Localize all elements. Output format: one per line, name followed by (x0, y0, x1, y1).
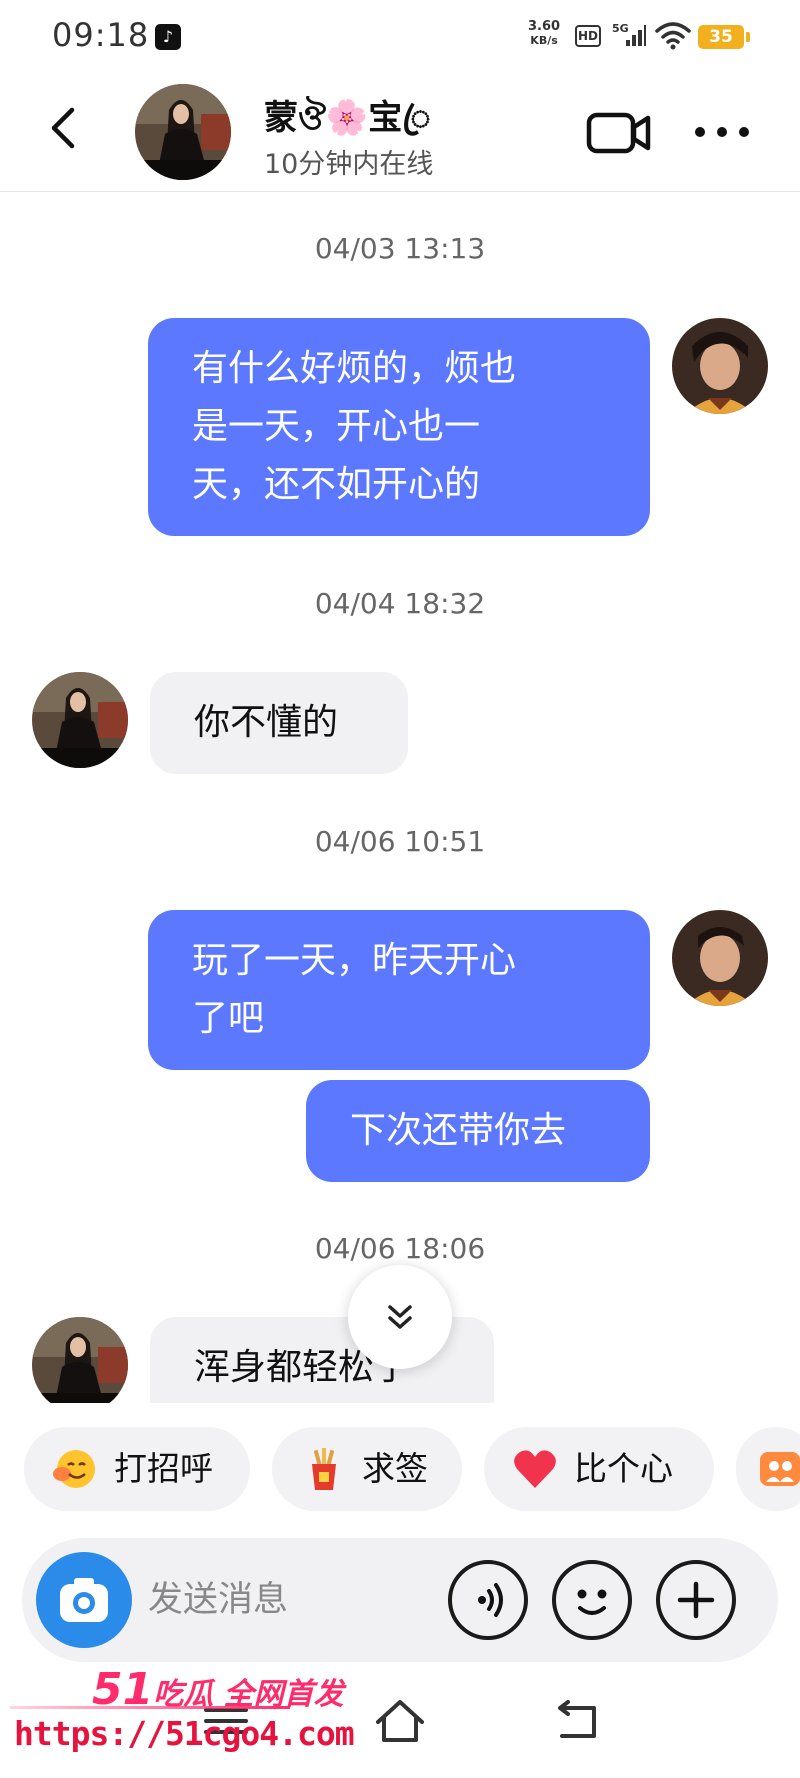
double-chevron-down-icon (388, 1305, 412, 1329)
network-speed-unit: KB/s (530, 34, 558, 47)
smile-emoji-icon (53, 1450, 95, 1488)
outgoing-message-bubble[interactable]: 玩了一天，昨天开心 了吧 (148, 910, 650, 1070)
network-speed: 3.60 KB/s (528, 20, 560, 48)
quick-reply-bar: 打招呼 求签 比个心 (0, 1403, 800, 1515)
network-speed-value: 3.60 (528, 19, 561, 34)
voice-wave-icon (478, 1583, 503, 1617)
message-line: 下次还带你去 (350, 1110, 567, 1151)
message-input-bar (22, 1538, 778, 1662)
wifi-icon (655, 22, 691, 50)
fortune-sticks-icon (312, 1448, 336, 1490)
message-line: 你不懂的 (194, 702, 339, 743)
message-timestamp: 04/06 18:06 (314, 1232, 486, 1265)
contact-avatar-small[interactable] (32, 1317, 128, 1413)
more-attachments-button[interactable] (656, 1560, 736, 1640)
contact-avatar-small[interactable] (32, 672, 128, 768)
message-timestamp: 04/04 18:32 (314, 587, 486, 620)
status-bar: 09:18 ♪ 3.60 KB/s HD 5G 35 (0, 0, 800, 70)
more-options-icon[interactable] (692, 120, 752, 144)
scroll-to-bottom-button[interactable] (348, 1265, 452, 1369)
online-status: 10分钟内在线 (264, 149, 434, 180)
quick-reply-label: 求签 (362, 1449, 428, 1488)
emoji-button[interactable] (552, 1560, 632, 1640)
watermark-divider (10, 1706, 290, 1709)
my-avatar[interactable] (672, 910, 768, 1006)
message-input[interactable] (148, 1570, 448, 1630)
camera-icon (60, 1578, 108, 1622)
message-line: 天，还不如开心的 (192, 464, 481, 505)
hd-badge: HD (575, 25, 601, 47)
outgoing-message-bubble[interactable]: 有什么好烦的，烦也 是一天，开心也一 天，还不如开心的 (148, 318, 650, 536)
tiktok-notification-icon: ♪ (155, 24, 181, 50)
cellular-signal-icon: 5G (612, 22, 646, 48)
status-time: 09:18 (52, 16, 150, 54)
message-timestamp: 04/06 10:51 (314, 825, 486, 858)
group-photo-icon (760, 1452, 800, 1486)
outgoing-message-bubble[interactable]: 下次还带你去 (306, 1080, 650, 1182)
message-line: 玩了一天，昨天开心 (192, 940, 517, 981)
quick-reply-group[interactable] (736, 1427, 800, 1511)
message-line: 了吧 (192, 998, 265, 1039)
video-call-icon[interactable] (586, 110, 652, 156)
message-line: 是一天，开心也一 (192, 406, 481, 447)
heart-icon (514, 1450, 556, 1488)
home-icon[interactable] (370, 1696, 430, 1746)
back-arrow-icon[interactable] (40, 98, 90, 158)
quick-reply-fortune[interactable]: 求签 (272, 1427, 462, 1511)
emoji-face-icon (577, 1589, 607, 1615)
quick-reply-label: 比个心 (574, 1449, 673, 1488)
incoming-message-bubble[interactable]: 你不懂的 (150, 672, 408, 774)
quick-reply-greet[interactable]: 打招呼 (24, 1427, 250, 1511)
battery-indicator: 35 (698, 25, 750, 49)
message-timestamp: 04/03 13:13 (314, 232, 486, 265)
chat-header: 蒙ঔ🌸宝ꦿ 10分钟内在线 (0, 70, 800, 192)
back-nav-icon[interactable] (548, 1696, 608, 1746)
camera-button[interactable] (36, 1552, 132, 1648)
my-avatar[interactable] (672, 318, 768, 414)
contact-avatar[interactable] (135, 84, 231, 180)
message-line: 有什么好烦的，烦也 (192, 348, 517, 389)
quick-reply-heart[interactable]: 比个心 (484, 1427, 714, 1511)
quick-reply-label: 打招呼 (114, 1449, 213, 1488)
plus-icon (677, 1581, 715, 1619)
watermark-url: https://51cgo4.com (14, 1714, 355, 1753)
voice-button[interactable] (448, 1560, 528, 1640)
